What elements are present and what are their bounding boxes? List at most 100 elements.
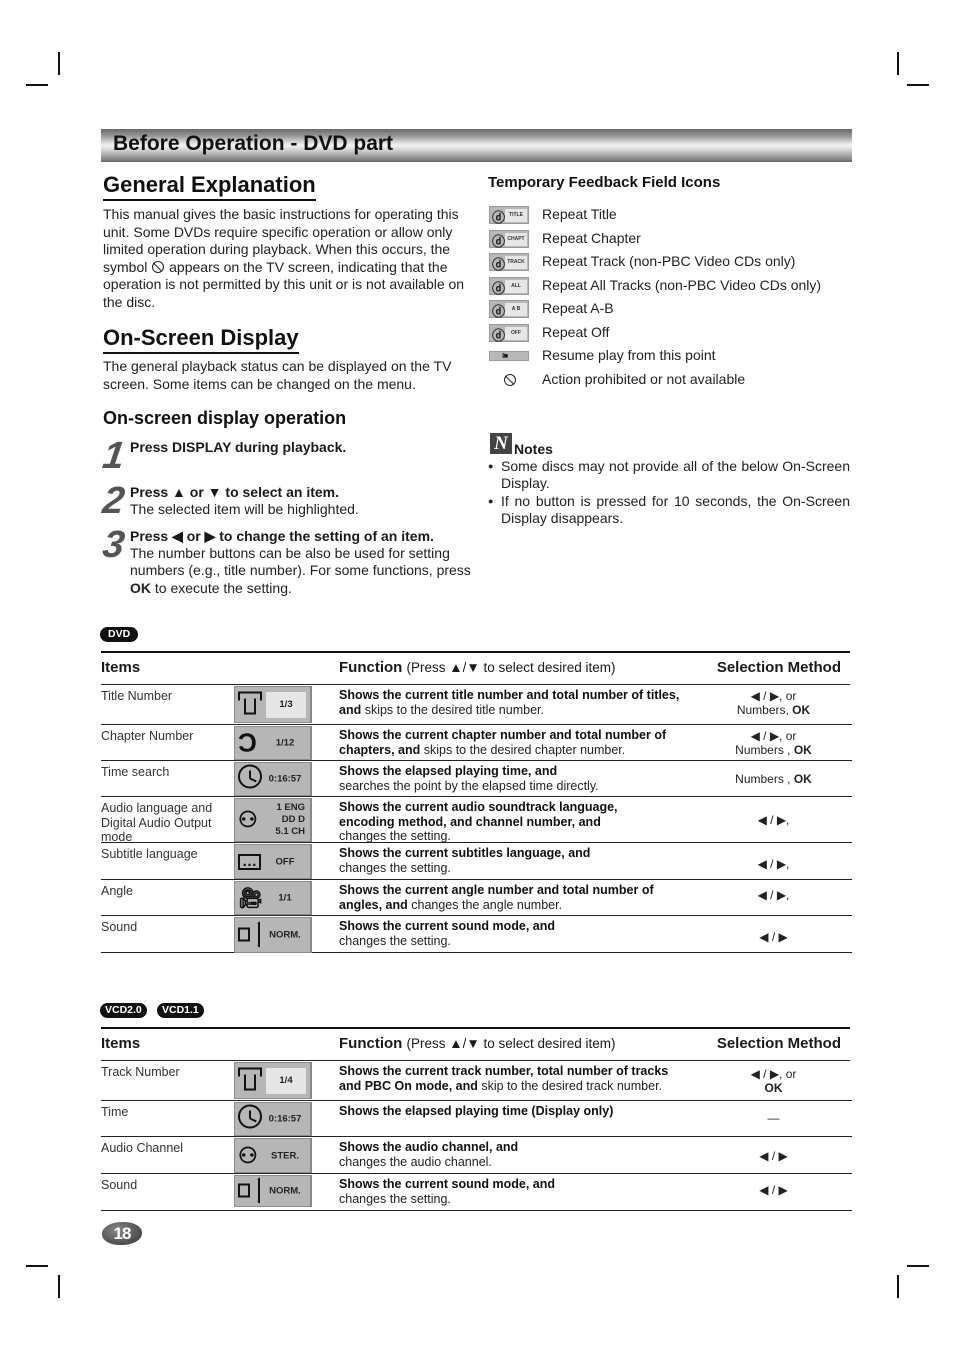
crop-mark xyxy=(26,1265,48,1267)
selection-method: ◀ / ▶ xyxy=(711,930,836,944)
crop-mark xyxy=(907,1265,929,1267)
selection-method: ◀ / ▶, xyxy=(711,888,836,902)
clock-icon xyxy=(238,1104,262,1134)
note-item: If no button is pressed for 10 seconds, … xyxy=(488,493,850,528)
feedback-label: Repeat All Tracks (non-PBC Video CDs onl… xyxy=(542,276,822,293)
title-icon xyxy=(238,1067,262,1094)
step-detail: The number buttons can be also be used f… xyxy=(130,545,475,597)
selection-method: ◀ / ▶, xyxy=(711,857,836,871)
function-normal: changes the setting. xyxy=(339,829,451,843)
on-screen-display-heading: On-Screen Display xyxy=(103,324,299,354)
selection-line: ◀ / ▶, xyxy=(757,888,790,902)
ok-keyword: OK xyxy=(793,743,812,757)
notes-icon: N xyxy=(490,433,512,454)
osd-value-line: 5.1 CH xyxy=(275,826,305,837)
selection-text: Numbers , xyxy=(735,772,794,786)
audio-speaker-head-icon: ⚇ xyxy=(238,807,258,832)
dvd-osd-table: Items Function (Press ▲/▼ to select desi… xyxy=(101,651,852,955)
selection-line: ◀ / ▶, or xyxy=(750,689,797,703)
table-header: Items Function (Press ▲/▼ to select desi… xyxy=(101,651,850,685)
item-name: Angle xyxy=(101,884,133,898)
prohibited-icon xyxy=(504,373,516,386)
function-normal: changes the setting. xyxy=(339,933,451,948)
osd-display: 1/3 xyxy=(234,686,312,723)
function-normal: changes the setting. xyxy=(339,1191,451,1206)
ok-keyword: OK xyxy=(793,772,812,786)
item-name: Audio Channel xyxy=(101,1141,184,1155)
function-text: Shows the elapsed playing time (Display … xyxy=(339,1104,689,1119)
feedback-label: Repeat A-B xyxy=(542,300,614,316)
icon-label: II■ xyxy=(502,353,508,360)
subtitle-icon: … xyxy=(238,853,261,870)
osd-value-line: 1 ENG xyxy=(276,802,305,813)
osd-value: 1 ENG DD D 5.1 CH xyxy=(261,802,305,838)
step-1: 1 Press DISPLAY during playback. xyxy=(100,435,473,479)
header-function-hint: (Press ▲/▼ to select desired item) xyxy=(406,660,616,675)
function-bold: Shows the current audio soundtrack langu… xyxy=(339,800,618,829)
feedback-item: II■ Resume play from this point xyxy=(488,346,848,366)
table-row: Sound NORM. Shows the current sound mode… xyxy=(101,1174,852,1211)
function-text: Shows the current sound mode, and changes… xyxy=(339,1177,689,1206)
selection-text: Numbers , xyxy=(735,743,794,757)
osd-display: … OFF xyxy=(234,844,312,879)
table-row: Angle 🎥︎ 1/1 Shows the current angle num… xyxy=(101,880,852,916)
general-explanation-heading: General Explanation xyxy=(103,171,316,201)
icon-label: CHAPT xyxy=(505,232,527,246)
icon-label: ALL xyxy=(505,279,527,293)
osd-display: Ɔ 1/12 xyxy=(234,726,312,760)
osd-display: 0:16:57 xyxy=(234,1102,312,1136)
step-3: 3 Press ◀ or ▶ to change the setting of … xyxy=(100,524,475,600)
header-function-label: Function xyxy=(339,659,403,676)
audio-speaker-head-icon: ⚇ xyxy=(238,1142,258,1168)
selection-line: ◀ / ▶ xyxy=(759,1149,788,1163)
function-bold: Shows the elapsed playing time, and xyxy=(339,764,558,778)
selection-method: ◀ / ▶ xyxy=(711,1149,836,1163)
selection-line: Numbers , OK xyxy=(711,743,836,757)
header-function-label: Function xyxy=(339,1035,403,1052)
step-number: 1 xyxy=(100,435,126,477)
function-normal: searches the point by the elapsed time d… xyxy=(339,778,599,793)
table-row: Time search 0:16:57 Shows the elapsed pl… xyxy=(101,761,852,797)
banner-title: Before Operation - DVD part xyxy=(113,132,394,155)
header-function-hint: (Press ▲/▼ to select desired item) xyxy=(406,1036,616,1051)
notes-list: Some discs may not provide all of the be… xyxy=(488,458,850,528)
step-number: 3 xyxy=(100,524,126,566)
speaker-icon xyxy=(238,922,260,949)
repeat-track-icon: ⓓ TRACK xyxy=(489,253,529,272)
osd-display: NORM. xyxy=(234,1175,312,1207)
osd-display: 🎥︎ 1/1 xyxy=(234,881,312,915)
icon-label: TITLE xyxy=(505,209,527,222)
repeat-all-icon: ⓓ ALL xyxy=(489,276,529,296)
item-name: Time search xyxy=(101,765,170,779)
function-text: Shows the current subtitles language, an… xyxy=(339,846,689,875)
step-instruction: Press DISPLAY during playback. xyxy=(130,439,347,455)
function-text: Shows the current chapter number and tot… xyxy=(339,728,689,757)
vcd11-badge: VCD1.1 xyxy=(157,1003,204,1018)
icon-label: A B xyxy=(505,303,527,316)
function-normal: changes the angle number. xyxy=(407,897,563,912)
section-banner: Before Operation - DVD part xyxy=(101,129,852,162)
item-name: Time xyxy=(101,1105,129,1119)
ok-keyword: OK xyxy=(792,703,811,717)
function-normal: skips to the desired title number. xyxy=(361,702,544,717)
item-name: Subtitle language xyxy=(101,847,198,861)
selection-method: ◀ / ▶, or OK xyxy=(711,1067,836,1095)
header-selection-method: Selection Method xyxy=(716,1035,841,1052)
on-screen-display-text: The general playback status can be displ… xyxy=(103,358,452,392)
crop-mark xyxy=(58,1275,60,1298)
ok-keyword: OK xyxy=(130,579,151,596)
prohibited-icon xyxy=(152,260,165,273)
crop-mark xyxy=(58,52,60,75)
table-row: Audio Channel ⚇ STER. Shows the audio ch… xyxy=(101,1137,852,1174)
step-number: 2 xyxy=(100,480,126,522)
function-bold: Shows the current sound mode, and xyxy=(339,1177,555,1191)
function-bold: Shows the audio channel, and xyxy=(339,1140,519,1154)
header-function: Function (Press ▲/▼ to select desired it… xyxy=(339,1035,616,1052)
selection-line: ◀ / ▶ xyxy=(759,930,788,944)
feedback-label: Action prohibited or not available xyxy=(542,370,746,387)
table-row: Track Number 1/4 Shows the current track… xyxy=(101,1061,852,1101)
step-detail-part: The number buttons can be also be used f… xyxy=(130,545,471,579)
feedback-label: Repeat Title xyxy=(542,206,617,222)
step-2: 2 Press ▲ or ▼ to select an item. The se… xyxy=(100,480,473,524)
function-normal: changes the audio channel. xyxy=(339,1154,492,1169)
